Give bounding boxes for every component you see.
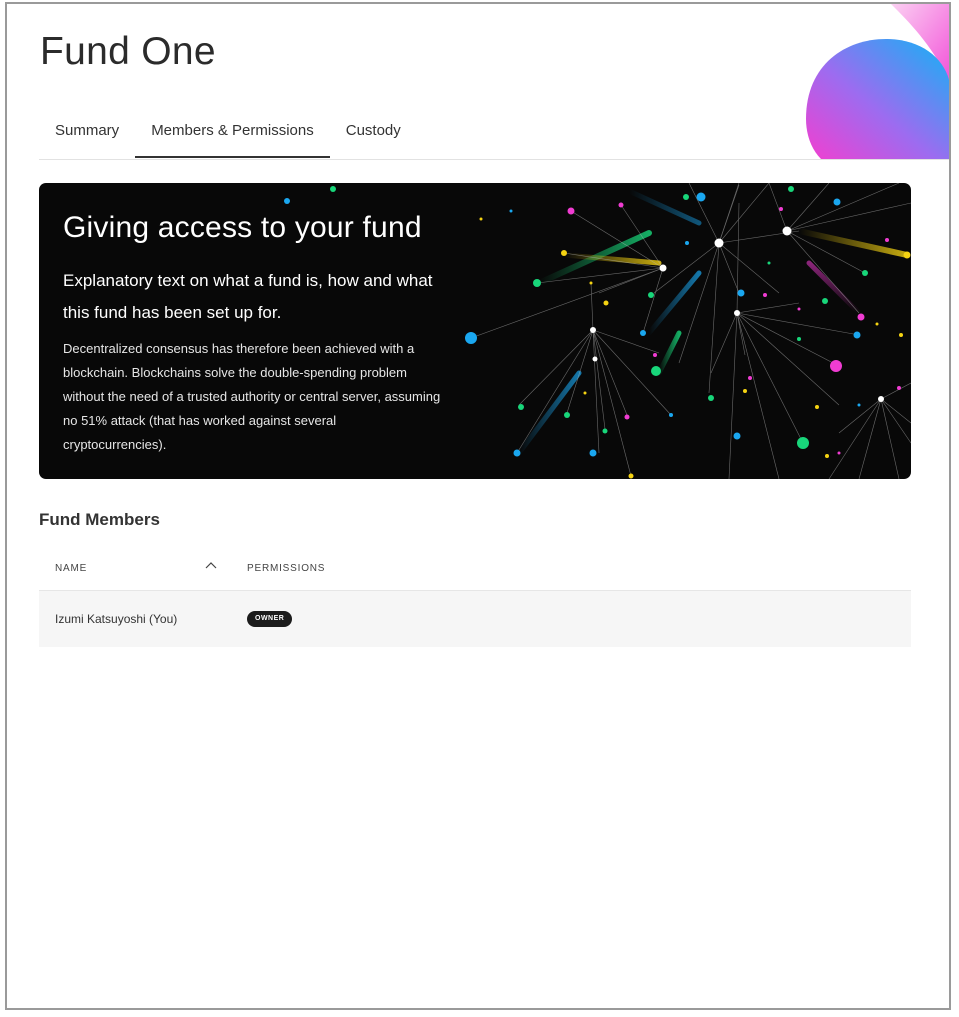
fund-members-title: Fund Members — [39, 510, 160, 529]
banner-heading: Giving access to your fund — [63, 211, 422, 244]
app-window: Fund One Summary Members & Permissions C… — [5, 2, 951, 1010]
table-row[interactable]: Izumi Katsuyoshi (You) OWNER — [39, 591, 911, 647]
members-table: NAME PERMISSIONS Izumi Katsuyoshi (You) … — [39, 552, 911, 647]
column-header-permissions[interactable]: PERMISSIONS — [247, 563, 325, 574]
banner-lead-text: Explanatory text on what a fund is, how … — [63, 271, 433, 322]
chevron-up-icon[interactable] — [205, 561, 217, 571]
info-banner: Giving access to your fund Explanatory t… — [39, 183, 911, 479]
page-title: Fund One — [40, 30, 216, 73]
tab-summary[interactable]: Summary — [39, 104, 135, 158]
tab-members-permissions[interactable]: Members & Permissions — [135, 104, 330, 158]
tab-bar: Summary Members & Permissions Custody — [39, 104, 949, 160]
banner-body-text: Decentralized consensus has therefore be… — [63, 341, 441, 452]
member-name: Izumi Katsuyoshi (You) — [55, 612, 178, 626]
table-header: NAME PERMISSIONS — [39, 552, 911, 591]
tab-custody[interactable]: Custody — [330, 104, 417, 158]
permission-badge: OWNER — [247, 611, 293, 627]
column-header-name[interactable]: NAME — [55, 563, 87, 574]
